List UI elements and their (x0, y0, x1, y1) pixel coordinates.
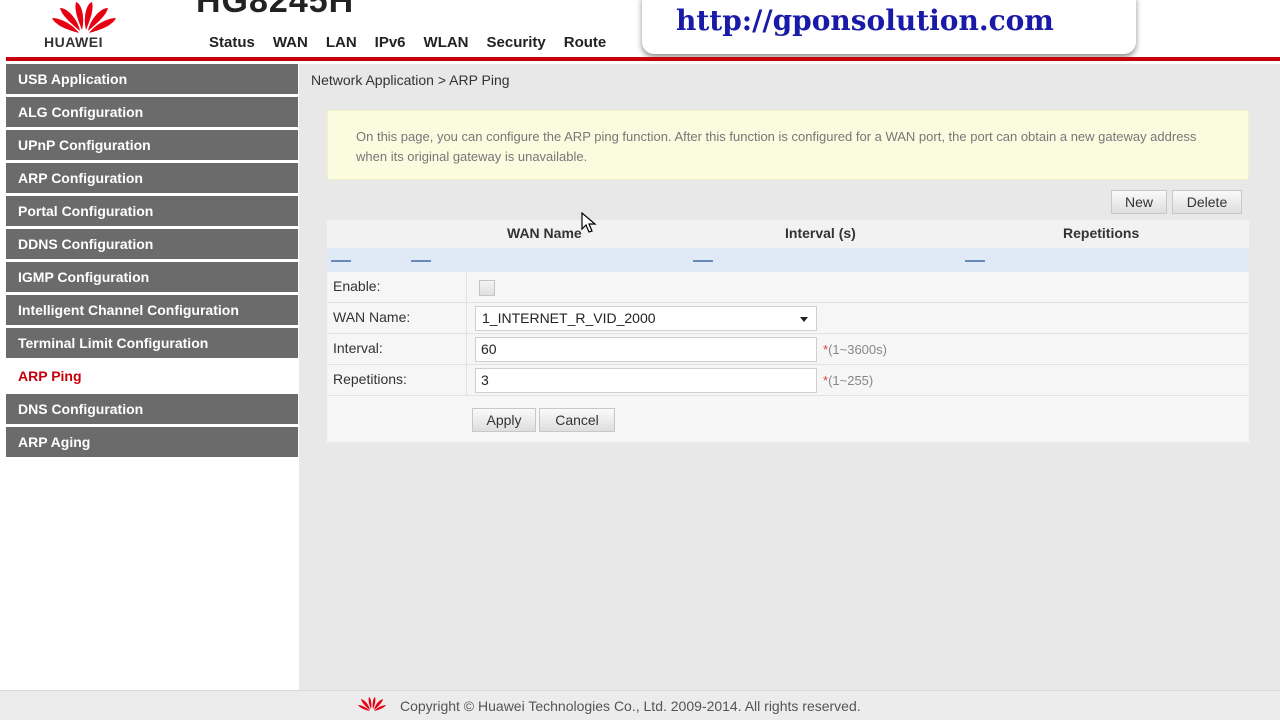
interval-row: Interval: 60 *(1~3600s) (327, 334, 1249, 365)
wan-name-select[interactable]: 1_INTERNET_R_VID_2000 (475, 306, 817, 331)
column-header-repetitions: Repetitions (1063, 225, 1140, 241)
wan-name-selected-value: 1_INTERNET_R_VID_2000 (482, 310, 656, 326)
nav-security[interactable]: Security (478, 32, 555, 53)
nav-wan[interactable]: WAN (264, 32, 317, 53)
wan-name-row: WAN Name: 1_INTERNET_R_VID_2000 (327, 303, 1249, 334)
watermark-text: http://gponsolution.com (676, 4, 1054, 37)
copyright-text: Copyright © Huawei Technologies Co., Ltd… (400, 698, 861, 714)
placeholder-dash (411, 260, 431, 262)
sidebar-item-upnp-configuration[interactable]: UPnP Configuration (6, 130, 298, 160)
interval-input[interactable]: 60 (475, 337, 817, 362)
table-row[interactable] (327, 248, 1249, 272)
huawei-footer-logo-icon (358, 697, 386, 711)
main-content: Network Application > ARP Ping On this p… (299, 64, 1280, 690)
apply-button[interactable]: Apply (472, 408, 536, 432)
breadcrumb: Network Application > ARP Ping (311, 72, 510, 88)
interval-label: Interval: (333, 340, 383, 356)
nav-ipv6[interactable]: IPv6 (366, 32, 415, 53)
mouse-cursor-icon (581, 212, 597, 233)
sidebar: USB Application ALG Configuration UPnP C… (6, 64, 298, 460)
arp-ping-table: WAN Name Interval (s) Repetitions (327, 220, 1249, 272)
logo-text: HUAWEI (44, 34, 103, 50)
placeholder-dash (331, 260, 351, 262)
sidebar-item-igmp-configuration[interactable]: IGMP Configuration (6, 262, 298, 292)
form-actions: Apply Cancel (327, 396, 1249, 442)
repetitions-input[interactable]: 3 (475, 368, 817, 393)
repetitions-range-text: (1~255) (828, 373, 874, 388)
repetitions-label: Repetitions: (333, 371, 407, 387)
cancel-button[interactable]: Cancel (539, 408, 615, 432)
sidebar-item-arp-ping[interactable]: ARP Ping (6, 361, 298, 391)
column-header-wan-name: WAN Name (507, 225, 582, 241)
nav-lan[interactable]: LAN (317, 32, 366, 53)
sidebar-item-alg-configuration[interactable]: ALG Configuration (6, 97, 298, 127)
nav-route[interactable]: Route (555, 32, 616, 53)
sidebar-item-arp-aging[interactable]: ARP Aging (6, 427, 298, 457)
header-divider (6, 57, 1280, 61)
column-header-interval: Interval (s) (785, 225, 856, 241)
sidebar-item-intelligent-channel[interactable]: Intelligent Channel Configuration (6, 295, 298, 325)
interval-range-text: (1~3600s) (828, 342, 887, 357)
column-separator (466, 365, 467, 396)
table-header: WAN Name Interval (s) Repetitions (327, 220, 1249, 248)
column-separator (466, 334, 467, 365)
watermark-banner: http://gponsolution.com (642, 0, 1136, 54)
sidebar-item-ddns-configuration[interactable]: DDNS Configuration (6, 229, 298, 259)
wan-name-label: WAN Name: (333, 309, 411, 325)
header: HUAWEI HG8245H Status WAN LAN IPv6 WLAN … (0, 0, 1280, 61)
nav-wlan[interactable]: WLAN (415, 32, 478, 53)
enable-checkbox[interactable] (479, 280, 495, 296)
interval-hint: *(1~3600s) (823, 342, 887, 357)
repetitions-hint: *(1~255) (823, 373, 873, 388)
delete-button[interactable]: Delete (1172, 190, 1242, 214)
arp-ping-form: Enable: WAN Name: 1_INTERNET_R_VID_2000 … (327, 272, 1249, 442)
enable-row: Enable: (327, 272, 1249, 303)
column-separator (466, 303, 467, 334)
column-separator (466, 272, 467, 303)
device-model-title: HG8245H (196, 0, 355, 20)
placeholder-dash (965, 260, 985, 262)
placeholder-dash (693, 260, 713, 262)
new-button[interactable]: New (1111, 190, 1167, 214)
sidebar-item-usb-application[interactable]: USB Application (6, 64, 298, 94)
nav-status[interactable]: Status (200, 32, 264, 53)
enable-label: Enable: (333, 278, 381, 294)
footer: Copyright © Huawei Technologies Co., Ltd… (0, 690, 1280, 720)
sidebar-item-terminal-limit[interactable]: Terminal Limit Configuration (6, 328, 298, 358)
sidebar-item-portal-configuration[interactable]: Portal Configuration (6, 196, 298, 226)
dropdown-arrow-icon (800, 317, 808, 322)
repetitions-row: Repetitions: 3 *(1~255) (327, 365, 1249, 396)
router-admin-page: HUAWEI HG8245H Status WAN LAN IPv6 WLAN … (0, 0, 1280, 720)
top-nav: Status WAN LAN IPv6 WLAN Security Route (200, 32, 615, 53)
sidebar-item-dns-configuration[interactable]: DNS Configuration (6, 394, 298, 424)
info-box: On this page, you can configure the ARP … (327, 110, 1249, 180)
sidebar-item-arp-configuration[interactable]: ARP Configuration (6, 163, 298, 193)
